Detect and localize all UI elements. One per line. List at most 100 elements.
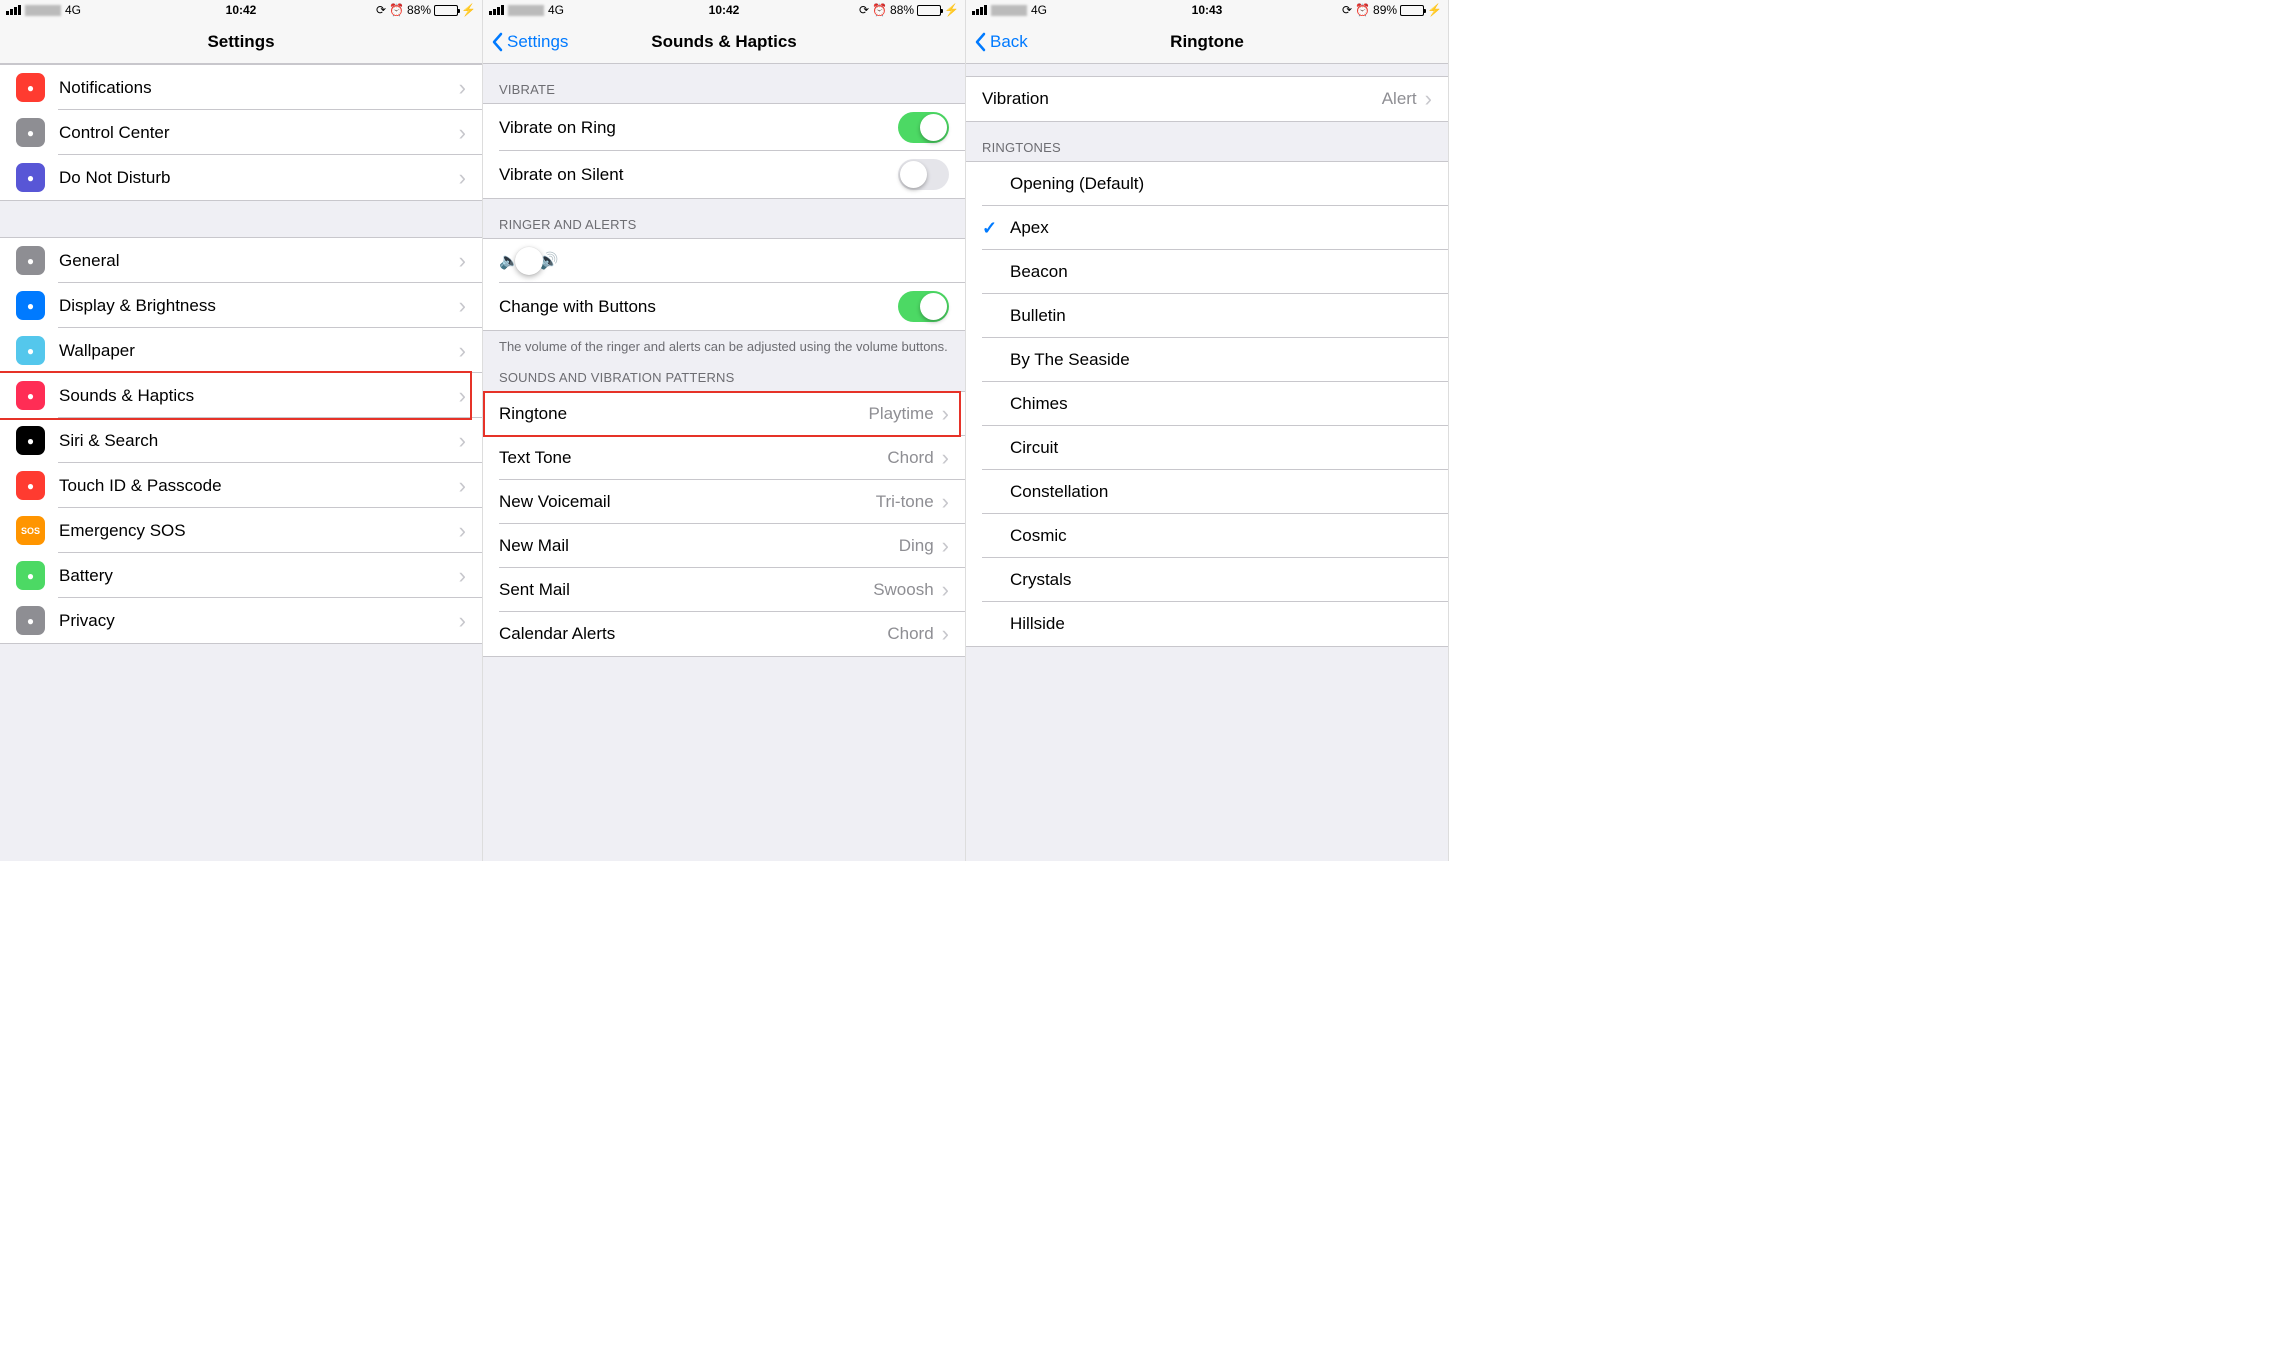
- settings-item[interactable]: ●Sounds & Haptics›: [0, 373, 482, 418]
- sound-cell[interactable]: Calendar AlertsChord›: [483, 612, 965, 656]
- ringtone-cell[interactable]: Bulletin: [966, 294, 1448, 338]
- settings-item[interactable]: ●Display & Brightness›: [0, 283, 482, 328]
- back-label: Back: [990, 32, 1028, 52]
- sound-cell[interactable]: New VoicemailTri-tone›: [483, 480, 965, 524]
- cell-label: Siri & Search: [59, 431, 459, 451]
- cell-value: Swoosh: [873, 580, 933, 600]
- signal-icon: [489, 5, 504, 15]
- back-button[interactable]: Settings: [483, 32, 568, 52]
- chevron-right-icon: ›: [459, 565, 466, 587]
- chevron-left-icon: [974, 32, 986, 52]
- section-header-ringtones: RINGTONES: [966, 122, 1448, 161]
- cell-label: Battery: [59, 566, 459, 586]
- sound-cell[interactable]: Text ToneChord›: [483, 436, 965, 480]
- chevron-right-icon: ›: [459, 520, 466, 542]
- ringtone-cell[interactable]: Cosmic: [966, 514, 1448, 558]
- settings-item[interactable]: ●Control Center›: [0, 110, 482, 155]
- settings-item[interactable]: ●Do Not Disturb›: [0, 155, 482, 200]
- sound-cell[interactable]: Sent MailSwoosh›: [483, 568, 965, 612]
- chevron-left-icon: [491, 32, 503, 52]
- ringtone-cell[interactable]: Chimes: [966, 382, 1448, 426]
- page-title: Settings: [0, 32, 482, 52]
- chevron-right-icon: ›: [459, 122, 466, 144]
- cell-label: Emergency SOS: [59, 521, 459, 541]
- toggle-switch[interactable]: [898, 159, 949, 190]
- back-button[interactable]: Back: [966, 32, 1028, 52]
- alarm-icon: ⏰: [872, 3, 887, 17]
- chevron-right-icon: ›: [942, 403, 949, 425]
- alarm-icon: ⏰: [1355, 3, 1370, 17]
- settings-item[interactable]: ●General›: [0, 238, 482, 283]
- chevron-right-icon: ›: [942, 623, 949, 645]
- back-label: Settings: [507, 32, 568, 52]
- cell-label: Bulletin: [1010, 306, 1432, 326]
- slider-thumb[interactable]: [515, 247, 543, 275]
- page-title: Ringtone: [966, 32, 1448, 52]
- cell-label: New Voicemail: [499, 492, 876, 512]
- ringtone-cell[interactable]: Hillside: [966, 602, 1448, 646]
- section-header-vibrate: VIBRATE: [483, 64, 965, 103]
- sound-cell[interactable]: RingtonePlaytime ›: [483, 392, 965, 436]
- settings-item[interactable]: ●Wallpaper›: [0, 328, 482, 373]
- chevron-right-icon: ›: [459, 475, 466, 497]
- charging-icon: ⚡: [944, 3, 959, 17]
- cell-value: Chord: [887, 624, 933, 644]
- switch-cell[interactable]: Vibrate on Ring: [483, 104, 965, 151]
- cell-label: Ringtone: [499, 404, 868, 424]
- change-with-buttons-cell[interactable]: Change with Buttons: [483, 283, 965, 330]
- settings-item[interactable]: ● Siri & Search›: [0, 418, 482, 463]
- cell-label: Opening (Default): [1010, 174, 1432, 194]
- settings-item[interactable]: ●Battery›: [0, 553, 482, 598]
- volume-slider-cell: 🔈 🔊: [483, 239, 965, 283]
- battery-icon: [917, 5, 941, 16]
- ringtone-cell[interactable]: Opening (Default): [966, 162, 1448, 206]
- app-icon: ●: [16, 426, 45, 455]
- network-label: 4G: [65, 3, 81, 17]
- sound-cell[interactable]: New MailDing›: [483, 524, 965, 568]
- alarm-icon: ⏰: [389, 3, 404, 17]
- status-bar: 4G 10:42 ⟳ ⏰ 88% ⚡: [0, 0, 482, 20]
- cell-label: Notifications: [59, 78, 459, 98]
- screen-ringtone: 4G 10:43 ⟳ ⏰ 89% ⚡ Back Ringtone Vibrati…: [966, 0, 1449, 861]
- battery-percent: 89%: [1373, 3, 1397, 17]
- section-footer-ringer: The volume of the ringer and alerts can …: [483, 331, 965, 364]
- network-label: 4G: [1031, 3, 1047, 17]
- screen-settings: 4G 10:42 ⟳ ⏰ 88% ⚡ Settings ● Notificatio…: [0, 0, 483, 861]
- settings-item[interactable]: ●Touch ID & Passcode›: [0, 463, 482, 508]
- signal-icon: [6, 5, 21, 15]
- network-label: 4G: [548, 3, 564, 17]
- change-with-buttons-switch[interactable]: [898, 291, 949, 322]
- ringtone-cell[interactable]: ✓Apex: [966, 206, 1448, 250]
- app-icon: ●: [16, 291, 45, 320]
- ringtone-cell[interactable]: Circuit: [966, 426, 1448, 470]
- chevron-right-icon: ›: [942, 447, 949, 469]
- settings-item[interactable]: ●Privacy›: [0, 598, 482, 643]
- charging-icon: ⚡: [461, 3, 476, 17]
- chevron-right-icon: ›: [459, 340, 466, 362]
- ringtone-cell[interactable]: Beacon: [966, 250, 1448, 294]
- chevron-right-icon: ›: [459, 610, 466, 632]
- cell-value: Ding: [899, 536, 934, 556]
- cell-label: General: [59, 251, 459, 271]
- app-icon: ●: [16, 471, 45, 500]
- chevron-right-icon: ›: [1425, 88, 1432, 110]
- cell-label: Vibrate on Silent: [499, 165, 898, 185]
- battery-percent: 88%: [890, 3, 914, 17]
- cell-value: Tri-tone: [876, 492, 934, 512]
- app-icon: ●: [16, 246, 45, 275]
- switch-cell[interactable]: Vibrate on Silent: [483, 151, 965, 198]
- app-icon: ●: [16, 73, 45, 102]
- status-time: 10:43: [1192, 3, 1223, 17]
- toggle-switch[interactable]: [898, 112, 949, 143]
- ringtone-cell[interactable]: Constellation: [966, 470, 1448, 514]
- cell-value: Chord: [887, 448, 933, 468]
- cell-value: Playtime: [868, 404, 933, 424]
- vibration-cell[interactable]: Vibration Alert ›: [966, 77, 1448, 121]
- nav-bar: Back Ringtone: [966, 20, 1448, 64]
- ringtone-cell[interactable]: Crystals: [966, 558, 1448, 602]
- chevron-right-icon: ›: [459, 430, 466, 452]
- chevron-right-icon: ›: [942, 535, 949, 557]
- settings-item[interactable]: SOSEmergency SOS›: [0, 508, 482, 553]
- settings-item[interactable]: ●Notifications›: [0, 65, 482, 110]
- ringtone-cell[interactable]: By The Seaside: [966, 338, 1448, 382]
